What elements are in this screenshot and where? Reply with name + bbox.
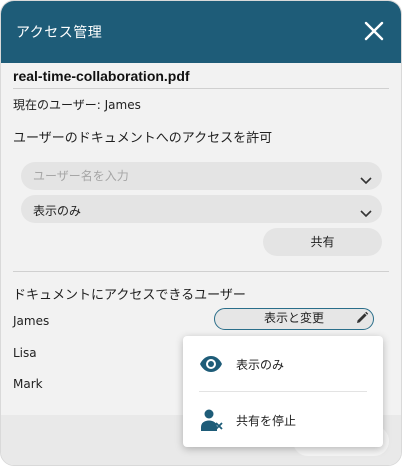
dialog-header: アクセス管理 (1, 1, 401, 63)
chevron-down-icon[interactable] (360, 171, 372, 185)
pencil-icon (354, 310, 370, 326)
menu-item-label: 共有を停止 (236, 414, 297, 428)
permission-select[interactable]: 表示のみ (21, 195, 382, 223)
menu-item-stop-sharing[interactable]: 共有を停止 (183, 400, 383, 440)
current-user-label: 現在のユーザー: James (13, 98, 141, 112)
dialog-title: アクセス管理 (16, 25, 103, 41)
users-with-access-title: ドキュメントにアクセスできるユーザー (13, 288, 246, 303)
chevron-down-icon[interactable] (360, 204, 372, 218)
divider (13, 271, 389, 272)
permission-select-value: 表示のみ (33, 204, 82, 218)
menu-separator (199, 391, 367, 392)
user-name-lisa: Lisa (13, 346, 37, 360)
close-icon[interactable] (361, 18, 387, 44)
divider (13, 88, 389, 89)
access-management-dialog: アクセス管理 real-time-collaboration.pdf 現在のユー… (0, 0, 402, 466)
file-name: real-time-collaboration.pdf (13, 68, 190, 84)
user-permission-label: 表示と変更 (263, 311, 324, 325)
user-permission-button[interactable]: 表示と変更 (214, 308, 374, 330)
share-button[interactable]: 共有 (263, 228, 382, 256)
menu-item-view-only[interactable]: 表示のみ (183, 344, 383, 384)
grant-access-title: ユーザーのドキュメントへのアクセスを許可 (13, 131, 273, 146)
username-input[interactable] (33, 162, 333, 190)
permission-dropdown-menu: 表示のみ 共有を停止 (183, 336, 383, 447)
menu-item-label: 表示のみ (236, 358, 285, 372)
eye-icon (199, 352, 223, 376)
username-combobox[interactable] (21, 162, 382, 190)
user-name-james: James (13, 314, 50, 328)
user-remove-icon (199, 408, 223, 432)
user-name-mark: Mark (13, 377, 43, 391)
